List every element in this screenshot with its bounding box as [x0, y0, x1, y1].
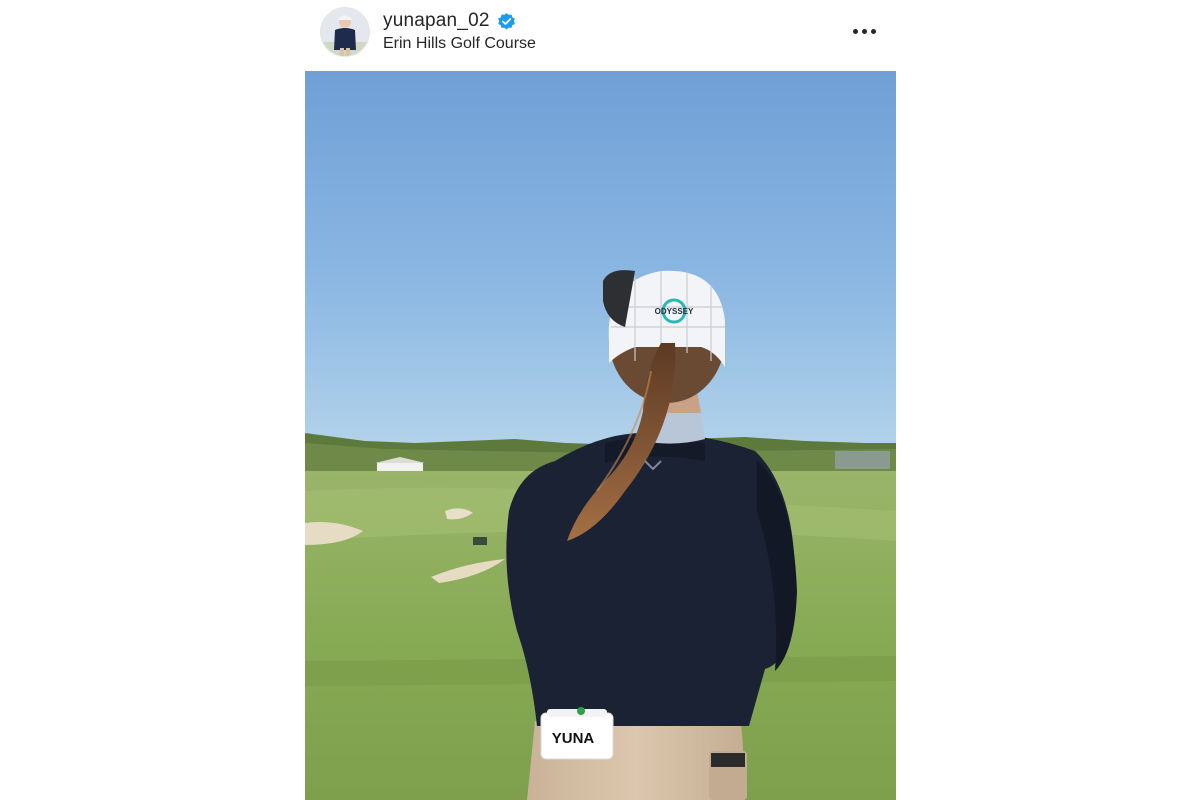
more-options-button[interactable]: [847, 18, 881, 44]
location-link[interactable]: Erin Hills Golf Course: [383, 35, 536, 53]
verified-badge-icon: [497, 12, 516, 31]
username[interactable]: yunapan_02: [383, 10, 490, 32]
card-text: YUNA: [552, 730, 595, 747]
username-row: yunapan_02: [383, 9, 516, 33]
golf-course-photo: ODYSSEY YUNA: [305, 71, 896, 800]
more-horizontal-icon: [852, 28, 858, 34]
avatar[interactable]: [320, 7, 370, 57]
instagram-post: yunapan_02 Erin Hills Golf Course ODYSSE…: [305, 0, 896, 800]
post-header: yunapan_02 Erin Hills Golf Course: [305, 0, 896, 71]
post-photo[interactable]: ODYSSEY YUNA: [305, 71, 896, 800]
more-horizontal-icon: [870, 28, 876, 34]
hat-logo-text: ODYSSEY: [655, 307, 694, 316]
more-horizontal-icon: [861, 28, 867, 34]
avatar-image: [321, 8, 369, 56]
